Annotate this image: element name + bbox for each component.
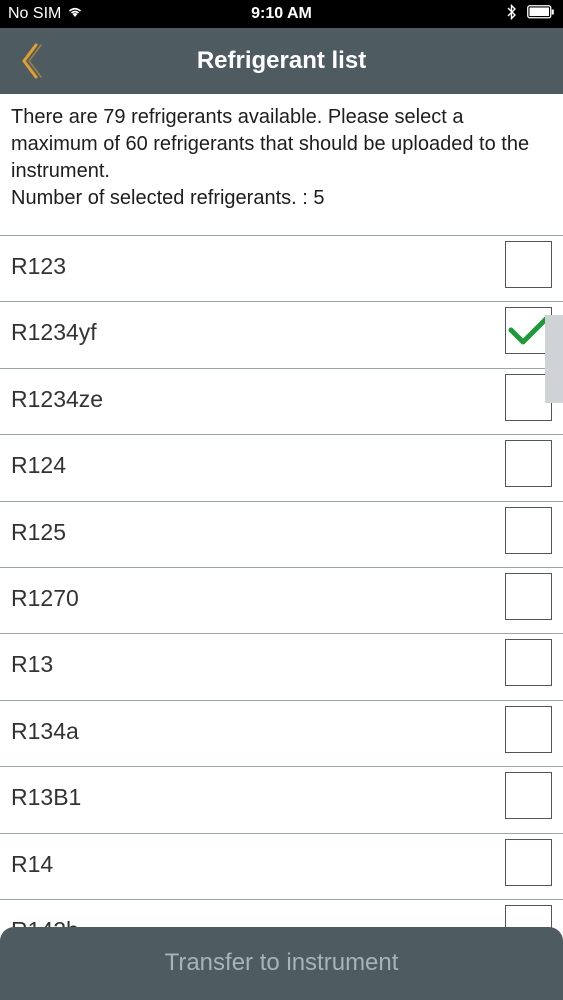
refrigerant-list[interactable]: R123 R1234yf R1234ze R124 R125 R1270 R13 R134a R… xyxy=(0,235,563,935)
transfer-button[interactable]: Transfer to instrument xyxy=(0,927,563,1000)
refrigerant-row[interactable]: R14 xyxy=(0,834,563,900)
page-title: Refrigerant list xyxy=(196,47,367,74)
transfer-button-label: Transfer to instrument xyxy=(164,949,399,976)
refrigerant-checkbox[interactable] xyxy=(505,241,552,288)
scrollbar[interactable] xyxy=(545,315,563,403)
refrigerant-row[interactable]: R134a xyxy=(0,701,563,768)
refrigerant-checkbox[interactable] xyxy=(505,506,552,554)
intro-text: There are 79 refrigerants available. Ple… xyxy=(11,104,551,212)
refrigerant-checkbox[interactable] xyxy=(505,639,552,687)
refrigerant-row[interactable]: R124 xyxy=(0,435,563,502)
refrigerant-row[interactable]: R13B1 xyxy=(0,767,563,834)
refrigerant-name: R14 xyxy=(11,850,54,877)
status-right-group xyxy=(507,3,555,25)
refrigerant-name: R134a xyxy=(11,717,79,744)
status-bar: No SIM 9:10 AM xyxy=(0,0,563,28)
battery-icon xyxy=(527,5,555,24)
selected-count: Number of selected refrigerants. : 5 xyxy=(11,187,325,209)
refrigerant-name: R1234ze xyxy=(11,385,104,412)
refrigerant-row[interactable]: R1270 xyxy=(0,568,563,635)
refrigerant-row[interactable]: R13 xyxy=(0,634,563,701)
refrigerant-name: R13 xyxy=(11,651,54,678)
refrigerant-checkbox[interactable] xyxy=(505,705,552,753)
availability-message: There are 79 refrigerants available. Ple… xyxy=(11,106,530,182)
refrigerant-name: R1270 xyxy=(11,584,79,611)
refrigerant-checkbox[interactable] xyxy=(505,572,552,620)
refrigerant-checkbox[interactable] xyxy=(505,440,552,488)
refrigerant-row[interactable]: R125 xyxy=(0,502,563,568)
navigation-bar: Refrigerant list xyxy=(0,28,563,94)
bluetooth-icon xyxy=(507,3,517,25)
refrigerant-name: R1234yf xyxy=(11,319,97,346)
refrigerant-name: R13B1 xyxy=(11,784,82,811)
refrigerant-row[interactable]: R1234yf xyxy=(0,302,563,369)
refrigerant-checkbox[interactable] xyxy=(505,838,552,886)
refrigerant-name: R125 xyxy=(11,518,66,545)
refrigerant-name: R123 xyxy=(11,253,66,279)
refrigerant-row[interactable]: R123 xyxy=(0,236,563,303)
refrigerant-name: R124 xyxy=(11,452,66,479)
refrigerant-checkbox[interactable] xyxy=(505,772,552,820)
refrigerant-row[interactable]: R1234ze xyxy=(0,369,563,436)
clock: 9:10 AM xyxy=(251,5,312,22)
